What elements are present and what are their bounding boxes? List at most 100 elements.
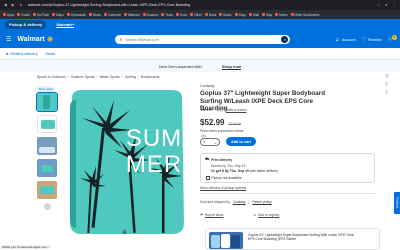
bookmark-icon xyxy=(261,13,265,16)
recommendation-title: Goplus 41" Lightweight Super Bodyboard S… xyxy=(248,233,354,242)
address-bar[interactable]: walmart.com/ip/Goplus-37-Lightweight-Sur… xyxy=(28,3,191,7)
bookmark-item[interactable]: Other xyxy=(190,13,202,17)
board-text-top: SUM xyxy=(126,125,182,152)
seller-link[interactable]: Costway xyxy=(233,200,246,204)
bookmark-item[interactable]: Other Bookmarks xyxy=(290,13,319,17)
star-icon[interactable]: ☆ xyxy=(377,3,380,7)
report-issue-label: Report issue xyxy=(204,213,224,217)
bookmark-icon xyxy=(88,13,92,16)
pinterest-icon[interactable]: ⓟ xyxy=(385,74,389,79)
twitter-icon[interactable]: ⓣ xyxy=(385,90,389,95)
breadcrumb-separator: / xyxy=(121,75,123,79)
search-icon: ⌕ xyxy=(119,36,123,43)
breadcrumb-item[interactable]: Water Sports xyxy=(100,75,120,79)
breadcrumb-separator: / xyxy=(67,75,69,79)
bookmark-item[interactable]: Docs xyxy=(175,13,187,17)
bookmark-item[interactable]: Calendar xyxy=(103,13,121,17)
current-price: $52.99 xyxy=(200,118,225,127)
pickup-option[interactable]: Pickup not available xyxy=(206,176,370,180)
best-seller-tag: Best seller xyxy=(37,86,56,92)
bookmark-icon xyxy=(52,13,56,16)
bookmark-item[interactable]: Notes xyxy=(275,13,288,17)
account-label: Account xyxy=(341,37,356,42)
bookmark-item[interactable]: YouTube xyxy=(32,13,49,17)
account-button[interactable]: ☺ Account xyxy=(335,37,356,43)
cart-button[interactable]: 🛒 0 xyxy=(388,34,397,43)
bookmark-item[interactable]: Maps xyxy=(52,13,64,17)
search-input[interactable] xyxy=(125,37,279,42)
hamburger-menu-icon[interactable]: ☰ xyxy=(6,36,11,43)
walmart-logo[interactable]: Walmart ✳ xyxy=(17,35,53,44)
walmart-plus-link[interactable]: Walmart+ xyxy=(56,22,75,28)
recommendation-card[interactable]: Goplus 41" Lightweight Super Bodyboard S… xyxy=(205,228,380,250)
bookmark-item[interactable]: Map xyxy=(261,13,272,17)
profile-icon[interactable]: ● xyxy=(385,3,387,7)
breadcrumb-item[interactable]: Outdoor Sports xyxy=(71,75,95,79)
browser-toolbar: ◀ ▶ ↻ walmart.com/ip/Goplus-37-Lightweig… xyxy=(0,0,400,10)
bookmark-icon xyxy=(275,13,279,16)
user-icon: ☺ xyxy=(334,36,340,43)
bookmark-item[interactable]: Gmail xyxy=(17,13,30,17)
bookmark-item[interactable]: Music xyxy=(219,13,232,17)
forward-icon[interactable]: ▶ xyxy=(12,3,15,7)
recommendation-image xyxy=(209,232,243,249)
bookmark-item[interactable]: Mail xyxy=(249,13,259,17)
bookmark-item[interactable]: Amazon xyxy=(142,13,158,17)
product-image[interactable]: SUM MER xyxy=(62,88,192,238)
thumbnail-item[interactable] xyxy=(36,92,58,112)
bookmark-item[interactable]: Apps xyxy=(3,13,14,17)
bookmark-item[interactable]: Bank xyxy=(205,13,216,17)
bookmark-icon xyxy=(142,13,146,16)
subnav-item-deals[interactable]: Deals xyxy=(46,52,56,56)
bookmark-item[interactable]: Tools xyxy=(161,13,173,17)
spark-icon: ✳ xyxy=(46,35,54,44)
search-submit-icon[interactable]: ⌕ xyxy=(281,36,289,43)
report-registry-row: ⚑ Report issue ⎈ Add to registry xyxy=(200,213,279,217)
more-delivery-options-link[interactable]: More delivery & pickup options xyxy=(200,186,246,190)
banner-cta-link[interactable]: Shop now xyxy=(222,64,241,69)
write-review-link[interactable]: Write a review xyxy=(226,108,247,112)
registry-label: Add to registry xyxy=(258,213,280,217)
sold-by-prefix: Sold and shipped by xyxy=(200,200,230,204)
subnav-item-healthy[interactable]: ♣ Healthy delivery xyxy=(6,52,38,56)
quantity-select[interactable]: 1 ⌄ xyxy=(200,138,220,146)
header-top-row: Pickup & delivery Walmart+ xyxy=(0,19,400,30)
bookmark-item[interactable]: Gymnastic xyxy=(66,13,86,17)
rating-count[interactable]: (12) xyxy=(217,108,223,112)
add-to-registry-button[interactable]: ⎈ Add to registry xyxy=(253,213,279,217)
reload-icon[interactable]: ↻ xyxy=(20,3,23,7)
menu-icon[interactable]: ⋮ xyxy=(392,3,396,7)
zoom-icon[interactable]: ⊕ xyxy=(122,229,127,236)
breadcrumb-item[interactable]: Sports & Outdoors xyxy=(37,75,66,79)
more-thumbnails-button[interactable] xyxy=(43,203,51,210)
bookmark-item[interactable]: News xyxy=(88,13,101,17)
back-icon[interactable]: ◀ xyxy=(4,3,7,7)
breadcrumb-item[interactable]: Bodyboards xyxy=(141,75,160,79)
pickup-delivery-toggle[interactable]: Pickup & delivery xyxy=(5,20,47,29)
add-to-cart-button[interactable]: Add to cart xyxy=(226,137,256,146)
qty-value: 1 xyxy=(203,140,206,144)
thumbnail-item[interactable] xyxy=(37,159,57,177)
share-rail: ⓟ ⓕ ⓣ xyxy=(385,74,389,95)
bookmark-icon xyxy=(66,13,70,16)
bookmarks-bar: Apps Gmail YouTube Maps Gymnastic News C… xyxy=(0,10,400,19)
return-policy-link[interactable]: Return policy xyxy=(252,200,271,204)
thumbnail-item[interactable] xyxy=(37,181,57,199)
reorder-button[interactable]: ♡ Reorder xyxy=(362,37,382,43)
product-brand[interactable]: Costway xyxy=(200,84,215,88)
facebook-icon[interactable]: ⓕ xyxy=(385,82,389,87)
bookmark-item[interactable]: Walmart xyxy=(123,13,140,17)
breadcrumb: Sports & Outdoors / Outdoor Sports / Water… xyxy=(37,75,160,79)
feedback-tab[interactable]: Feedback xyxy=(394,192,400,214)
divider-pipe: | xyxy=(248,200,250,204)
report-issue-button[interactable]: ⚑ Report issue xyxy=(200,213,223,217)
reorder-label: Reorder xyxy=(368,37,382,42)
arrival-date: Arrives by Thu, Sep 19 xyxy=(211,164,246,168)
thumbnail-item[interactable] xyxy=(37,115,57,133)
free-delivery-option[interactable]: ⛟ Free delivery xyxy=(205,157,370,162)
bookmark-icon xyxy=(190,13,194,16)
thumbnail-item[interactable] xyxy=(37,137,57,155)
bookmark-item[interactable]: Shop xyxy=(234,13,246,17)
faster-delivery-text: Or get it by Thu, Sep 19 with faster del… xyxy=(211,169,370,173)
breadcrumb-item[interactable]: Surfing xyxy=(125,75,136,79)
